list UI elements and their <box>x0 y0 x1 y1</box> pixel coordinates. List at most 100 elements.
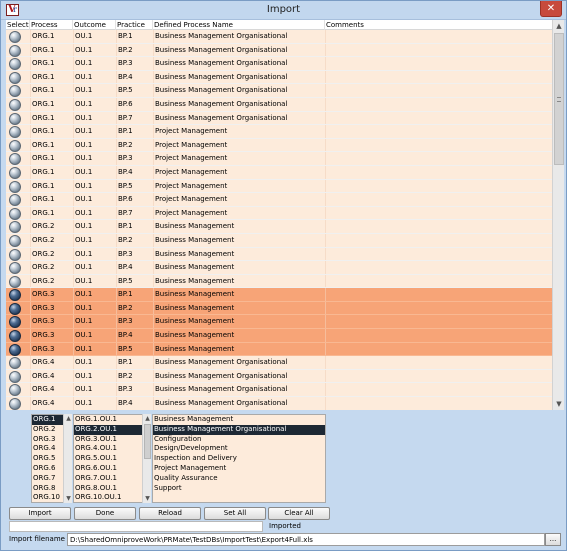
comments-cell[interactable] <box>325 275 552 288</box>
chevron-down-icon[interactable]: ▼ <box>143 494 152 503</box>
table-row[interactable]: ORG.1 OU.1 BP.3 Business Management Organis… <box>6 57 552 71</box>
reload-button[interactable]: Reload <box>139 507 201 520</box>
table-row[interactable]: ORG.3 OU.1 BP.2 Business Management <box>6 301 552 316</box>
table-row[interactable]: ORG.3 OU.1 BP.3 Business Management <box>6 315 552 330</box>
select-toggle-icon[interactable] <box>9 207 21 220</box>
comments-cell[interactable] <box>325 315 552 328</box>
table-row[interactable]: ORG.1 OU.1 BP.1 Business Management Organis… <box>6 30 552 44</box>
defined-process-list-item[interactable]: Business Management Organisational <box>153 424 325 435</box>
table-row[interactable]: ORG.3 OU.1 BP.4 Business Management <box>6 329 552 343</box>
scroll-up-icon[interactable]: ▲ <box>553 20 565 32</box>
select-toggle-icon[interactable] <box>9 58 21 71</box>
comments-cell[interactable] <box>325 166 552 179</box>
outcome-list-item[interactable]: ORG.1.OU.1 <box>74 415 142 425</box>
outcome-scroll-thumb[interactable] <box>144 424 151 459</box>
outcome-list-scrollbar[interactable]: ▲ ▼ <box>142 414 151 503</box>
process-list-scrollbar[interactable]: ▲ ▼ <box>63 414 72 503</box>
select-toggle-icon[interactable] <box>9 357 21 370</box>
set-all-button[interactable]: Set All <box>204 507 266 520</box>
select-toggle-icon[interactable] <box>9 166 21 179</box>
table-row[interactable]: ORG.2 OU.1 BP.3 Business Management <box>6 247 552 262</box>
table-row[interactable]: ORG.1 OU.1 BP.5 Business Management Organis… <box>6 84 552 98</box>
comments-cell[interactable] <box>325 261 552 274</box>
comments-cell[interactable] <box>325 248 552 261</box>
scroll-down-icon[interactable]: ▼ <box>553 398 565 410</box>
table-row[interactable]: ORG.1 OU.1 BP.7 Business Management Organis… <box>6 111 552 126</box>
defined-process-list-item[interactable]: Quality Assurance <box>153 474 325 484</box>
select-toggle-icon[interactable] <box>9 139 21 152</box>
table-scrollbar[interactable]: ▲ ▼ <box>552 20 564 410</box>
header-practice[interactable]: Practice <box>116 20 153 30</box>
table-row[interactable]: ORG.4 OU.1 BP.2 Business Management Organis… <box>6 369 552 384</box>
comments-cell[interactable] <box>325 383 552 396</box>
table-row[interactable]: ORG.1 OU.1 BP.5 Project Management <box>6 179 552 194</box>
select-toggle-icon[interactable] <box>9 85 21 98</box>
comments-cell[interactable] <box>325 343 552 356</box>
table-row[interactable]: ORG.4 OU.1 BP.1 Business Management Organis… <box>6 356 552 370</box>
defined-process-list-item[interactable]: Support <box>153 484 325 494</box>
comments-cell[interactable] <box>325 139 552 152</box>
table-row[interactable]: ORG.4 OU.1 BP.4 Business Management Organis… <box>6 397 552 410</box>
comments-cell[interactable] <box>325 112 552 125</box>
chevron-up-icon[interactable]: ▲ <box>64 414 73 423</box>
comments-cell[interactable] <box>325 329 552 342</box>
select-toggle-icon[interactable] <box>9 153 21 166</box>
done-button[interactable]: Done <box>74 507 136 520</box>
outcome-list-item[interactable]: ORG.6.OU.1 <box>74 464 142 474</box>
import-button[interactable]: Import <box>9 507 71 520</box>
select-toggle-icon[interactable] <box>9 302 21 315</box>
table-row[interactable]: ORG.1 OU.1 BP.4 Business Management Organis… <box>6 70 552 85</box>
header-defined-process-name[interactable]: Defined Process Name <box>153 20 325 30</box>
select-toggle-icon[interactable] <box>9 316 21 329</box>
table-row[interactable]: ORG.1 OU.1 BP.1 Project Management <box>6 125 552 139</box>
comments-cell[interactable] <box>325 98 552 111</box>
table-row[interactable]: ORG.2 OU.1 BP.1 Business Management <box>6 220 552 234</box>
comments-cell[interactable] <box>325 152 552 165</box>
select-toggle-icon[interactable] <box>9 343 21 356</box>
table-row[interactable]: ORG.2 OU.1 BP.2 Business Management <box>6 233 552 248</box>
select-toggle-icon[interactable] <box>9 112 21 125</box>
table-row[interactable]: ORG.1 OU.1 BP.4 Project Management <box>6 165 552 180</box>
table-row[interactable]: ORG.1 OU.1 BP.3 Project Management <box>6 152 552 166</box>
select-toggle-icon[interactable] <box>9 98 21 111</box>
scroll-thumb[interactable] <box>554 33 564 165</box>
table-row[interactable]: ORG.1 OU.1 BP.2 Business Management Organis… <box>6 43 552 58</box>
table-row[interactable]: ORG.3 OU.1 BP.1 Business Management <box>6 288 552 302</box>
select-toggle-icon[interactable] <box>9 31 21 43</box>
select-toggle-icon[interactable] <box>9 370 21 383</box>
select-toggle-icon[interactable] <box>9 262 21 275</box>
outcome-list[interactable]: ORG.1.OU.1 ORG.2.OU.1 ORG.3.OU.1 ORG.4.OU.1… <box>73 414 143 503</box>
table-row[interactable]: ORG.2 OU.1 BP.4 Business Management <box>6 261 552 275</box>
table-row[interactable]: ORG.1 OU.1 BP.6 Business Management Organis… <box>6 97 552 112</box>
defined-process-list-item[interactable]: Project Management <box>153 464 325 474</box>
comments-cell[interactable] <box>325 30 552 43</box>
import-filename-field[interactable] <box>67 533 545 546</box>
comments-cell[interactable] <box>325 220 552 233</box>
select-toggle-icon[interactable] <box>9 180 21 193</box>
defined-process-list-item[interactable]: Design/Development <box>153 444 325 454</box>
defined-process-list-item[interactable]: Configuration <box>153 435 325 445</box>
select-toggle-icon[interactable] <box>9 248 21 261</box>
select-toggle-icon[interactable] <box>9 384 21 397</box>
header-outcome[interactable]: Outcome <box>73 20 116 30</box>
select-toggle-icon[interactable] <box>9 234 21 247</box>
comments-cell[interactable] <box>325 125 552 138</box>
comments-cell[interactable] <box>325 288 552 301</box>
header-comments[interactable]: Comments <box>325 20 552 30</box>
select-toggle-icon[interactable] <box>9 275 21 288</box>
comments-cell[interactable] <box>325 397 552 410</box>
header-process[interactable]: Process <box>30 20 73 30</box>
header-select[interactable]: Select <box>6 20 30 30</box>
select-toggle-icon[interactable] <box>9 289 21 302</box>
chevron-up-icon[interactable]: ▲ <box>143 414 152 423</box>
close-button[interactable]: ✕ <box>540 1 562 17</box>
select-toggle-icon[interactable] <box>9 194 21 207</box>
select-toggle-icon[interactable] <box>9 398 21 410</box>
comments-cell[interactable] <box>325 84 552 97</box>
comments-cell[interactable] <box>325 44 552 57</box>
comments-cell[interactable] <box>325 71 552 84</box>
comments-cell[interactable] <box>325 234 552 247</box>
clear-all-button[interactable]: Clear All <box>268 507 330 520</box>
select-toggle-icon[interactable] <box>9 126 21 139</box>
table-row[interactable]: ORG.4 OU.1 BP.3 Business Management Organis… <box>6 383 552 398</box>
